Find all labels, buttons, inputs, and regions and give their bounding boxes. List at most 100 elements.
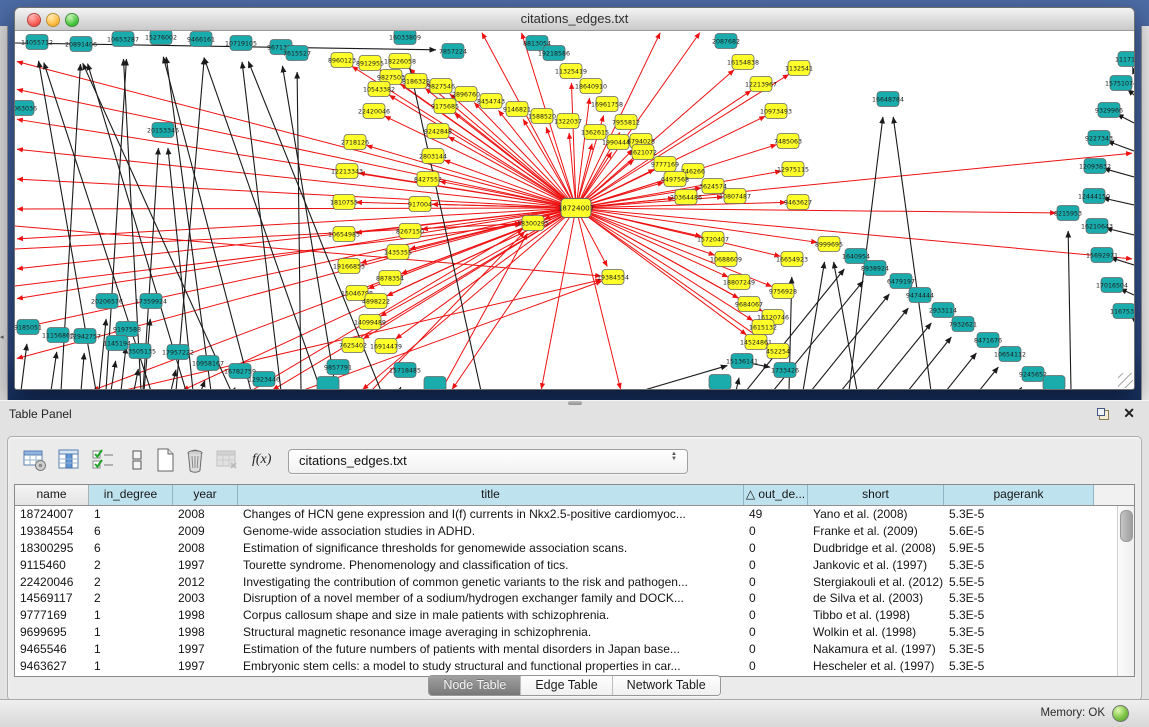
table-row[interactable]: 2242004622012Investigating the contribut… — [15, 574, 1118, 591]
window-minimize-button[interactable] — [46, 13, 60, 27]
graph-node-label: 1615132 — [749, 324, 777, 331]
column-header-year[interactable]: year — [173, 485, 238, 505]
row-height-icon[interactable] — [124, 447, 150, 473]
table-cell: 2008 — [173, 506, 238, 523]
graph-node-label: 10973493 — [760, 108, 792, 115]
graph-edge — [17, 149, 576, 208]
table-cell: 1 — [89, 607, 173, 624]
column-header-name[interactable]: name — [15, 485, 89, 505]
network-canvas[interactable]: 1405571220891406106532871527600294661611… — [15, 31, 1134, 389]
graph-node-label: 1362615 — [581, 129, 609, 136]
graph-node-label: 10958167 — [192, 360, 224, 367]
graph-node-label: 11325419 — [555, 68, 587, 75]
table-row[interactable]: 977716911998Corpus callosum shape and si… — [15, 607, 1118, 624]
column-header-pagerank[interactable]: pagerank — [944, 485, 1094, 505]
graph-edge — [946, 353, 976, 389]
graph-edge — [17, 62, 576, 208]
graph-node-label: 6479197 — [887, 278, 915, 285]
left-panel-divider[interactable]: ◂ — [0, 26, 8, 400]
graph-node[interactable] — [709, 375, 731, 390]
desktop-background: ◂ citations_edges.txt 140557122089140610… — [0, 0, 1149, 400]
table-mode-icon[interactable] — [22, 447, 48, 473]
table-row[interactable]: 1456911722003Disruption of a novel membe… — [15, 590, 1118, 607]
table-row[interactable]: 946362711997Embryonic stem cells: a mode… — [15, 658, 1118, 675]
table-cell: Franke et al. (2009) — [808, 523, 944, 540]
table-cell: 1 — [89, 624, 173, 641]
create-column-icon[interactable] — [152, 447, 178, 473]
table-cell: 0 — [744, 574, 808, 591]
graph-edge — [893, 117, 931, 389]
graph-node-label: 18807249 — [723, 279, 755, 286]
graph-node-label: 18640910 — [575, 83, 607, 90]
window-resize-grip[interactable] — [1118, 373, 1133, 388]
graph-node-label: 16782759 — [224, 368, 256, 375]
table-cell: 9465546 — [15, 641, 89, 658]
function-builder-icon[interactable]: f(x) — [252, 447, 278, 473]
table-source-select[interactable]: citations_edges.txt ▲▼ — [288, 449, 688, 474]
graph-node-label: 2933114 — [929, 307, 957, 314]
network-graph[interactable]: 1405571220891406106532871527600294661611… — [15, 31, 1134, 389]
table-row[interactable]: 1872400712008Changes of HCN gene express… — [15, 506, 1118, 523]
graph-node-label: 10543382 — [363, 86, 395, 93]
table-row[interactable]: 911546021997Tourette syndrome. Phenomeno… — [15, 557, 1118, 574]
graph-node-label: 9242848 — [424, 128, 452, 135]
right-panel-divider[interactable] — [1141, 26, 1149, 400]
graph-node[interactable] — [317, 377, 339, 390]
delete-column-icon[interactable] — [182, 447, 208, 473]
graph-node[interactable] — [1043, 376, 1065, 390]
table-cell: 5.9E-5 — [944, 540, 1094, 557]
column-visibility-icon[interactable] — [56, 447, 82, 473]
table-panel-header: Table Panel ✕ — [0, 403, 1149, 427]
table-cell: 2008 — [173, 540, 238, 557]
table-cell: Investigating the contribution of common… — [238, 574, 744, 591]
graph-node-label: 1733426 — [771, 367, 799, 374]
graph-node-label: 10688609 — [710, 256, 742, 263]
table-row[interactable]: 1830029562008Estimation of significance … — [15, 540, 1118, 557]
table-row[interactable]: 969969511998Structural magnetic resonanc… — [15, 624, 1118, 641]
checklist-icon[interactable] — [90, 447, 116, 473]
table-cell: 5.3E-5 — [944, 658, 1094, 675]
column-header-out_de[interactable]: △ out_de... — [744, 485, 808, 505]
tab-network-table[interactable]: Network Table — [612, 676, 720, 695]
tab-edge-table[interactable]: Edge Table — [520, 676, 611, 695]
window-close-button[interactable] — [27, 13, 41, 27]
column-header-filler — [1094, 485, 1134, 505]
table-cell: 0 — [744, 658, 808, 675]
table-cell: 22420046 — [15, 574, 89, 591]
graph-edge — [99, 319, 106, 389]
graph-node-label: 4898222 — [362, 298, 390, 305]
graph-edge — [811, 294, 889, 389]
table-scrollbar[interactable] — [1117, 506, 1134, 676]
table-row[interactable]: 946554611997Estimation of the future num… — [15, 641, 1118, 658]
table-cell: 1998 — [173, 607, 238, 624]
window-zoom-button[interactable] — [65, 13, 79, 27]
graph-node-label: 18724007 — [558, 203, 595, 212]
graph-edge — [571, 83, 576, 208]
graph-node-label: 17016504 — [1096, 282, 1128, 289]
graph-node-label: 2718126 — [341, 139, 369, 146]
tab-node-table[interactable]: Node Table — [429, 676, 520, 695]
collapse-left-icon[interactable]: ◂ — [0, 334, 4, 341]
import-table-icon — [214, 447, 240, 473]
table-row[interactable]: 1938455462009Genome-wide association stu… — [15, 523, 1118, 540]
window-titlebar[interactable]: citations_edges.txt — [15, 8, 1134, 31]
select-stepper-icon: ▲▼ — [669, 452, 679, 462]
graph-node-label: 16914479 — [370, 343, 402, 350]
graph-edge — [1019, 387, 1022, 389]
graph-node-label: 12213967 — [745, 81, 777, 88]
graph-node-label: 12444150 — [1078, 193, 1110, 200]
column-header-in_degree[interactable]: in_degree — [89, 485, 173, 505]
graph-node[interactable] — [424, 377, 446, 390]
graph-node-label: 20206576 — [91, 298, 123, 305]
float-panel-icon[interactable] — [1097, 408, 1109, 420]
graph-edge — [111, 361, 116, 389]
close-panel-icon[interactable]: ✕ — [1123, 405, 1135, 422]
column-header-title[interactable]: title — [238, 485, 744, 505]
table-cell: 5.3E-5 — [944, 557, 1094, 574]
table-scrollbar-thumb[interactable] — [1120, 510, 1133, 542]
graph-edge — [15, 226, 601, 276]
graph-node-label: 9146821 — [503, 106, 531, 113]
graph-node-label: 10653287 — [107, 36, 139, 43]
column-header-short[interactable]: short — [808, 485, 944, 505]
graph-node-label: 8267150 — [396, 228, 424, 235]
